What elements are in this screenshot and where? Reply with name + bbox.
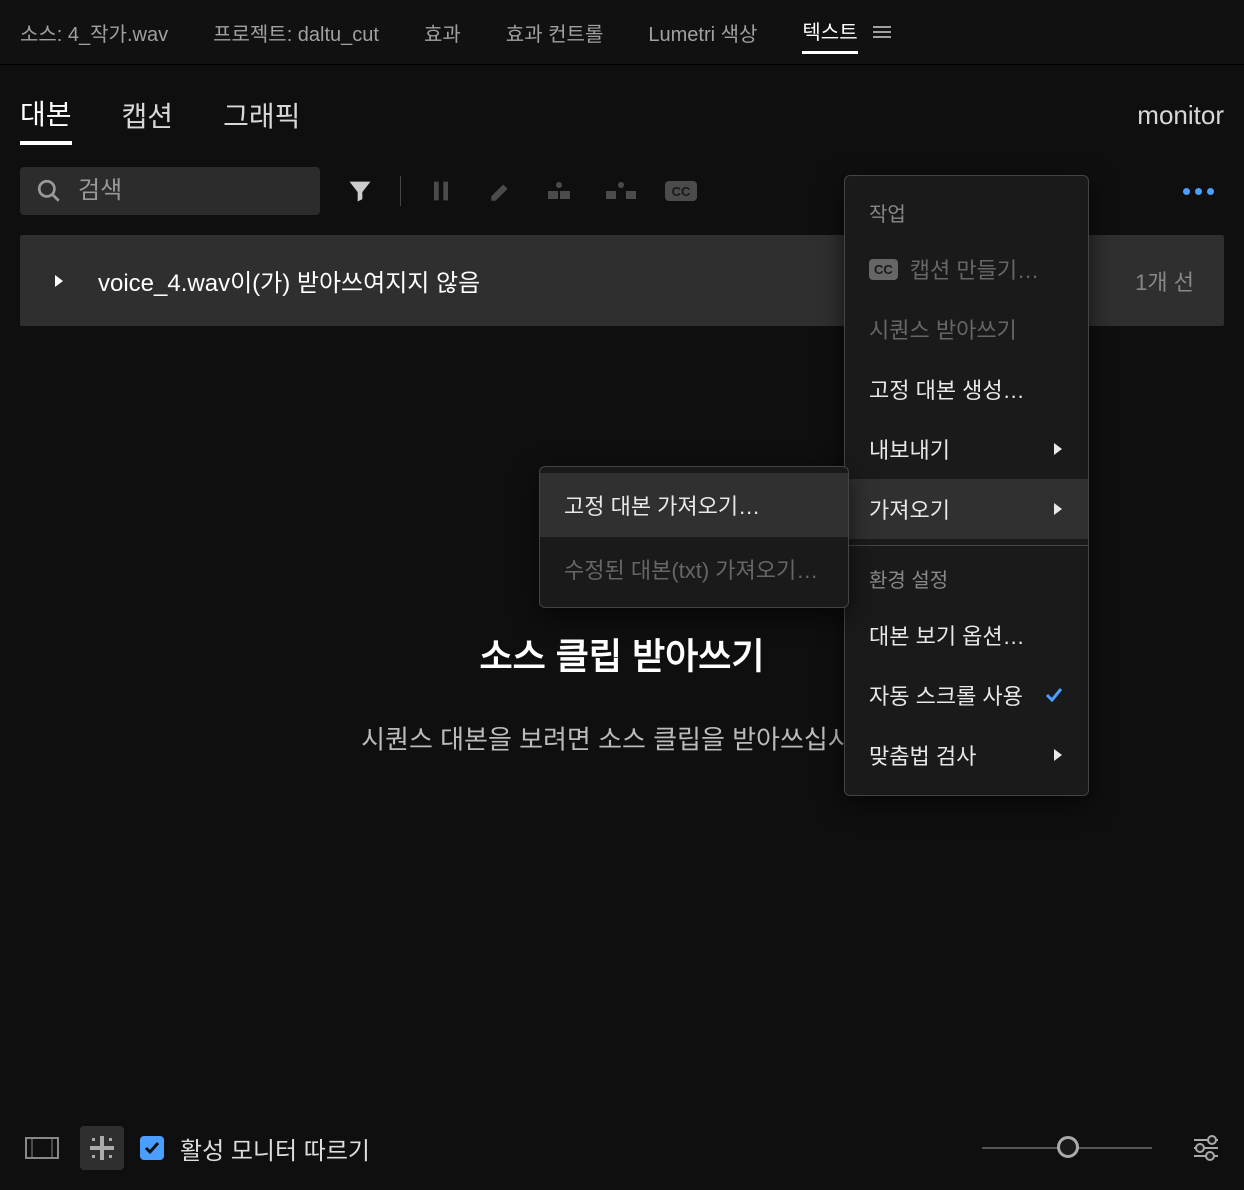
transcript-item-count: 1개 선: [1135, 265, 1194, 297]
menu-import[interactable]: 가져오기: [845, 479, 1088, 539]
cc-icon: CC: [869, 259, 898, 280]
menu-item-label: 캡션 만들기…: [910, 253, 1039, 285]
transcript-item-text: voice_4.wav이(가) 받아쓰여지지 않음: [98, 263, 480, 298]
tab-effect-controls[interactable]: 효과 컨트롤: [506, 12, 604, 53]
panel-tabs: 소스: 4_작가.wav 프로젝트: daltu_cut 효과 효과 컨트롤 L…: [0, 0, 1244, 65]
context-menu: 작업 CC 캡션 만들기… 시퀀스 받아쓰기 고정 대본 생성… 내보내기 가져…: [844, 175, 1089, 796]
menu-view-options[interactable]: 대본 보기 옵션…: [845, 605, 1088, 665]
menu-export[interactable]: 내보내기: [845, 419, 1088, 479]
monitor-label: monitor: [1137, 100, 1224, 131]
menu-transcribe-sequence: 시퀀스 받아쓰기: [845, 299, 1088, 359]
menu-item-label: 내보내기: [869, 433, 950, 465]
tab-text[interactable]: 텍스트: [802, 10, 857, 54]
follow-monitor-label: 활성 모니터 따르기: [180, 1131, 370, 1166]
clip-view-button[interactable]: [20, 1126, 64, 1170]
footer: 활성 모니터 따르기: [20, 1126, 1224, 1170]
subtab-script[interactable]: 대본: [20, 85, 72, 145]
speaker-button: [541, 171, 581, 211]
menu-divider: [845, 545, 1088, 546]
search-icon: [36, 178, 62, 204]
follow-monitor-checkbox[interactable]: [140, 1136, 164, 1160]
tab-lumetri[interactable]: Lumetri 색상: [648, 12, 757, 53]
menu-header-actions: 작업: [845, 186, 1088, 239]
more-button[interactable]: [1173, 178, 1224, 205]
audio-track-button: [421, 171, 461, 211]
filter-button[interactable]: [340, 171, 380, 211]
menu-item-label: 시퀀스 받아쓰기: [869, 313, 1017, 345]
search-box[interactable]: [20, 167, 320, 215]
zoom-slider[interactable]: [982, 1147, 1152, 1149]
dot-icon: [1183, 188, 1190, 195]
svg-text:CC: CC: [672, 184, 691, 199]
tab-source[interactable]: 소스: 4_작가.wav: [20, 12, 168, 53]
submenu-import-txt: 수정된 대본(txt) 가져오기…: [540, 537, 848, 601]
panel-menu-icon[interactable]: [873, 25, 891, 39]
subtab-graphic[interactable]: 그래픽: [223, 87, 300, 143]
menu-item-label: 자동 스크롤 사용: [869, 679, 1023, 711]
menu-item-label: 고정 대본 생성…: [869, 373, 1025, 405]
settings-button[interactable]: [1188, 1130, 1224, 1166]
subtab-caption[interactable]: 캡션: [122, 87, 174, 143]
transcript-view-button[interactable]: [80, 1126, 124, 1170]
menu-item-label: 맞춤법 검사: [869, 739, 976, 771]
tab-effects[interactable]: 효과: [424, 12, 461, 53]
chevron-right-icon: [50, 272, 68, 290]
menu-item-label: 수정된 대본(txt) 가져오기…: [564, 553, 818, 585]
chevron-right-icon: [1052, 440, 1064, 458]
menu-generate-static[interactable]: 고정 대본 생성…: [845, 359, 1088, 419]
menu-spell-check[interactable]: 맞춤법 검사: [845, 725, 1088, 785]
menu-create-caption: CC 캡션 만들기…: [845, 239, 1088, 299]
import-submenu: 고정 대본 가져오기… 수정된 대본(txt) 가져오기…: [539, 466, 849, 608]
menu-auto-scroll[interactable]: 자동 스크롤 사용: [845, 665, 1088, 725]
dot-icon: [1195, 188, 1202, 195]
chevron-right-icon: [1052, 500, 1064, 518]
menu-item-label: 가져오기: [869, 493, 950, 525]
edit-button: [481, 171, 521, 211]
cc-button: CC: [661, 171, 701, 211]
slider-thumb[interactable]: [1057, 1136, 1079, 1158]
menu-header-prefs: 환경 설정: [845, 552, 1088, 605]
check-icon: [1044, 685, 1064, 705]
menu-item-label: 대본 보기 옵션…: [869, 619, 1025, 651]
separator: [400, 176, 401, 206]
submenu-import-static[interactable]: 고정 대본 가져오기…: [540, 473, 848, 537]
split-button: [601, 171, 641, 211]
chevron-right-icon: [1052, 746, 1064, 764]
dot-icon: [1207, 188, 1214, 195]
tab-project[interactable]: 프로젝트: daltu_cut: [213, 12, 379, 53]
sub-tabs: 대본 캡션 그래픽 monitor: [0, 65, 1244, 155]
menu-item-label: 고정 대본 가져오기…: [564, 489, 760, 521]
